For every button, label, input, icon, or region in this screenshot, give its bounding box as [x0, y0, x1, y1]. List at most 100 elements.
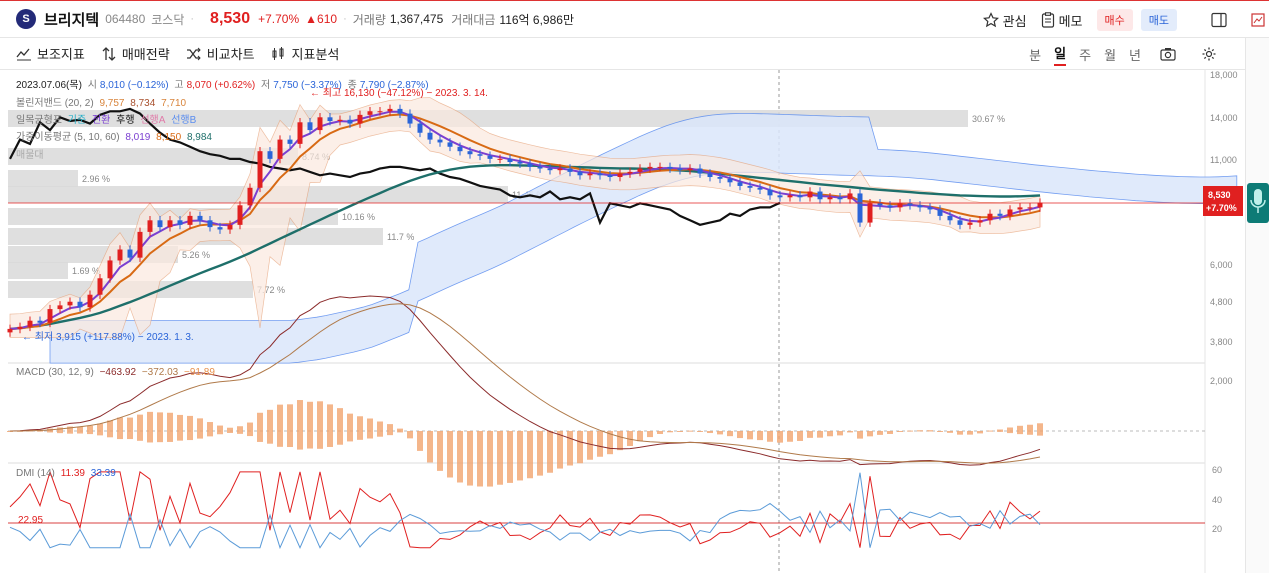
dmi-axis-label: 40 [1212, 495, 1222, 505]
macd-hist-bar [927, 430, 933, 432]
candle-body [667, 166, 673, 169]
candle-body [577, 171, 583, 176]
macd-hist-bar [977, 431, 983, 434]
camera-icon[interactable] [1160, 47, 1176, 61]
dmi-axis-label: 60 [1212, 465, 1222, 475]
analysis-button[interactable]: 지표분석 [271, 44, 339, 63]
candle-body [587, 173, 593, 176]
macd-hist-bar [257, 412, 263, 442]
macd-hist-bar [217, 425, 223, 435]
candle-body [887, 205, 893, 208]
candle-body [27, 320, 33, 327]
macd-hist-bar [867, 431, 873, 437]
period-week[interactable]: 주 [1079, 45, 1091, 64]
current-price: 8,530 [210, 10, 251, 27]
min-price-label: ← 최저 3,915 (+117.88%) − 2023. 1. 3. [22, 331, 194, 343]
candle-body [137, 231, 143, 258]
macd-hist-bar [1007, 427, 1013, 434]
macd-hist-bar [187, 415, 193, 441]
macd-hist-bar [487, 431, 493, 487]
ichimoku-legend: 일목균형표 기준 전환 후행 선행A 선행B [16, 111, 199, 126]
macd-hist-bar [857, 431, 863, 439]
candle-body [647, 166, 653, 169]
candle-body [727, 178, 733, 183]
candle-body [47, 309, 53, 323]
candle-body [37, 320, 43, 323]
sell-button[interactable]: 매도 [1140, 9, 1177, 31]
macd-hist-bar [77, 426, 83, 434]
candle-body [467, 151, 473, 155]
macd-hist-bar [507, 431, 513, 483]
memo-button[interactable]: 메모 [1041, 11, 1083, 30]
buy-button[interactable]: 매수 [1096, 9, 1133, 31]
candle-body [697, 168, 703, 174]
period-day[interactable]: 일 [1054, 43, 1067, 66]
ma5-value: 8,019 [125, 132, 151, 143]
ichimoku-lagging: 후행 [116, 115, 135, 126]
macd-hist-bar [527, 431, 533, 479]
candle-body [117, 249, 123, 261]
candle-body [537, 166, 543, 169]
period-year[interactable]: 년 [1129, 45, 1141, 64]
candle-body [457, 146, 463, 152]
candle-body [707, 173, 713, 178]
stock-chart-svg[interactable]: 30.67 %8.74 %2.96 %11.45 %10.16 %11.7 %5… [0, 70, 1245, 573]
candle-body [1027, 207, 1033, 209]
candle-body [877, 203, 883, 206]
macd-hist-bar [367, 418, 373, 439]
memo-label: 메모 [1058, 13, 1083, 29]
change-percent: +7.70% [258, 12, 300, 26]
indicator-button[interactable]: 보조지표 [16, 44, 85, 63]
macd-hist-bar [1037, 423, 1043, 436]
dmi-minus-value: 33.39 [90, 468, 116, 479]
volume-profile-label: 2.96 % [82, 174, 110, 184]
volume-value: 1,367,475 [389, 12, 444, 26]
low-value: 7,750 (−3.37%) [273, 80, 342, 91]
macd-hist-bar [157, 412, 163, 443]
ichimoku-conversion: 전환 [91, 115, 111, 126]
macd-hist-bar [827, 431, 833, 437]
strategy-button[interactable]: 매매전략 [101, 44, 170, 63]
candle-body [257, 151, 263, 188]
candle-body [787, 195, 793, 198]
macd-hist-bar [617, 431, 623, 451]
candle-body [487, 155, 493, 159]
macd-hist-bar [87, 425, 93, 435]
period-minute[interactable]: 분 [1029, 45, 1041, 64]
price-axis-label: 4,800 [1210, 297, 1233, 307]
star-icon [982, 12, 999, 28]
layout-panel-icon[interactable] [1211, 12, 1227, 28]
candle-body [387, 108, 393, 112]
macd-hist-bar [347, 413, 353, 442]
candle-body [627, 171, 633, 174]
macd-hist-bar [267, 409, 273, 444]
macd-hist-bar [847, 431, 853, 433]
chart-window-icon[interactable] [1251, 13, 1265, 27]
macd-hist-bar [307, 401, 313, 449]
chart-area[interactable]: 30.67 %8.74 %2.96 %11.45 %10.16 %11.7 %5… [0, 70, 1245, 578]
candle-body [907, 203, 913, 206]
price-axis-label: 3,800 [1210, 337, 1233, 347]
compare-button[interactable]: 비교차트 [186, 44, 255, 63]
period-month[interactable]: 월 [1104, 45, 1116, 64]
ichimoku-base: 기준 [67, 115, 87, 126]
microphone-icon[interactable] [1247, 183, 1269, 223]
macd-hist-bar [97, 423, 103, 436]
candle-body [717, 177, 723, 179]
macd-label: MACD (30, 12, 9) [16, 367, 94, 378]
macd-hist-bar [837, 431, 843, 436]
stock-name[interactable]: 브리지텍 [44, 9, 99, 30]
dmi-axis-label: 20 [1212, 524, 1222, 534]
dmi-label: DMI (14) [16, 468, 55, 479]
ichimoku-lead-a: 선행A [140, 115, 166, 126]
interest-button[interactable]: 관심 [982, 11, 1027, 30]
candle-body [947, 215, 953, 221]
bollinger-mid: 8,734 [130, 98, 156, 109]
candle-body [677, 168, 683, 171]
macd-hist-bar [997, 429, 1003, 432]
settings-gear-icon[interactable] [1201, 46, 1217, 62]
macd-hist-bar [277, 404, 283, 447]
macd-hist-bar [667, 431, 673, 433]
strategy-label: 매매전략 [121, 47, 170, 62]
macd-hist-bar [397, 428, 403, 433]
